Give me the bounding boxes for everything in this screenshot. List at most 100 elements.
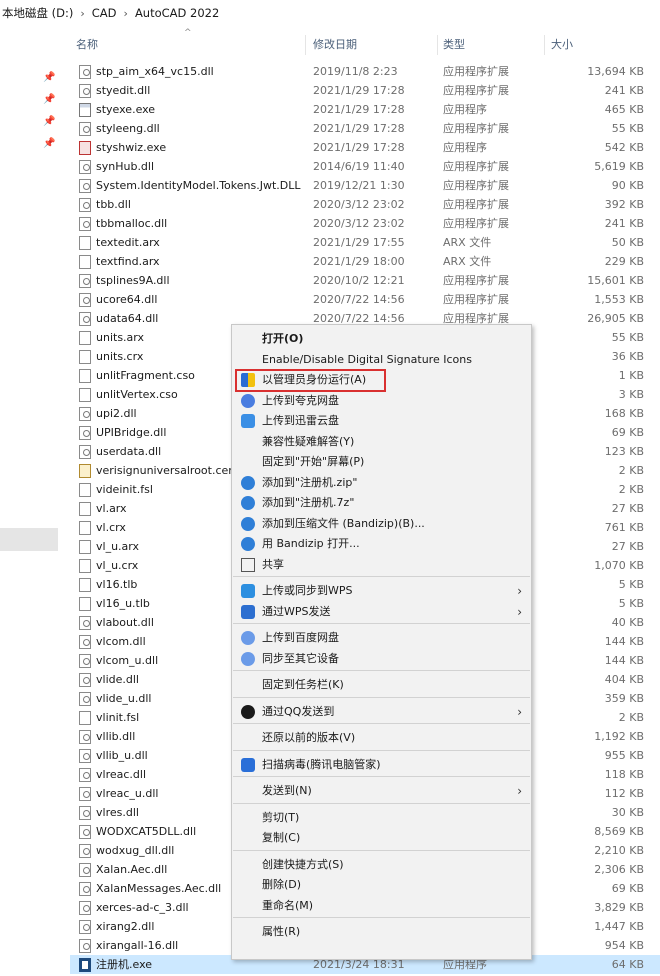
file-row[interactable]: textfind.arx 2021/1/29 18:00 ARX 文件 229 KB [70, 252, 660, 271]
pin-icon[interactable]: 📌 [43, 138, 55, 150]
file-type: 应用程序 [443, 141, 487, 154]
keygen-app-icon [79, 958, 91, 972]
menu-item[interactable]: 复制(C) [232, 827, 531, 849]
file-size: 3 KB [618, 388, 644, 401]
file-size: 1,192 KB [594, 730, 644, 743]
menu-item[interactable]: 添加到压缩文件 (Bandizip)(B)... [232, 513, 531, 535]
menu-item[interactable]: 同步至其它设备 [232, 648, 531, 670]
menu-item[interactable]: 共享 [232, 554, 531, 576]
file-row[interactable]: textedit.arx 2021/1/29 17:55 ARX 文件 50 KB [70, 233, 660, 252]
file-name: wodxug_dll.dll [96, 844, 175, 857]
menu-item[interactable]: 属性(R) [232, 921, 531, 943]
menu-item[interactable]: 上传到迅雷云盘 [232, 410, 531, 432]
menu-separator [233, 623, 530, 624]
file-size: 144 KB [604, 635, 644, 648]
menu-item[interactable]: 删除(D) [232, 874, 531, 896]
nav-pins: 📌 📌 📌 📌 [43, 72, 57, 160]
menu-item[interactable]: 重命名(M) [232, 895, 531, 917]
pin-icon[interactable]: 📌 [43, 72, 55, 84]
file-row[interactable]: stp_aim_x64_vc15.dll 2019/11/8 2:23 应用程序扩展… [70, 62, 660, 81]
file-row[interactable]: synHub.dll 2014/6/19 11:40 应用程序扩展 5,619 KB [70, 157, 660, 176]
chevron-right-icon: › [517, 784, 522, 798]
file-name: styexe.exe [96, 103, 156, 116]
column-divider[interactable] [305, 35, 306, 55]
chevron-right-icon: › [123, 6, 128, 20]
menu-item[interactable]: 上传或同步到WPS › [232, 580, 531, 602]
file-size: 2,306 KB [594, 863, 644, 876]
file-row[interactable]: tbbmalloc.dll 2020/3/12 23:02 应用程序扩展 241 KB [70, 214, 660, 233]
menu-item[interactable]: Enable/Disable Digital Signature Icons [232, 349, 531, 371]
menu-item[interactable]: 发送到(N) › [232, 780, 531, 802]
file-date: 2021/1/29 17:28 [313, 141, 405, 154]
menu-item[interactable]: 剪切(T) [232, 807, 531, 829]
file-size: 5,619 KB [594, 160, 644, 173]
file-row[interactable]: styexe.exe 2021/1/29 17:28 应用程序 465 KB [70, 100, 660, 119]
file-name: vl16_u.tlb [96, 597, 150, 610]
menu-item[interactable]: 上传到夸克网盘 [232, 390, 531, 412]
file-date: 2014/6/19 11:40 [313, 160, 405, 173]
menu-item-label: 还原以前的版本(V) [262, 731, 356, 744]
menu-item[interactable]: 通过QQ发送到 › [232, 701, 531, 723]
file-row[interactable]: System.IdentityModel.Tokens.Jwt.DLL 2019/… [70, 176, 660, 195]
menu-item-label: 共享 [262, 557, 284, 571]
menu-item[interactable]: 上传到百度网盘 [232, 627, 531, 649]
column-header-name[interactable]: 名称 [76, 33, 98, 57]
pin-icon[interactable]: 📌 [43, 116, 55, 128]
menu-item[interactable]: 固定到任务栏(K) [232, 674, 531, 696]
menu-item-label: 发送到(N) [262, 784, 312, 797]
file-row[interactable]: styedit.dll 2021/1/29 17:28 应用程序扩展 241 KB [70, 81, 660, 100]
menu-item[interactable]: 以管理员身份运行(A) [232, 369, 531, 391]
menu-item-label: 重命名(M) [262, 898, 314, 912]
menu-separator [233, 776, 530, 777]
breadcrumb: 本地磁盘 (D:) › CAD › AutoCAD 2022 [0, 0, 660, 26]
file-icon [79, 255, 91, 269]
pin-icon[interactable]: 📌 [43, 94, 55, 106]
file-type: 应用程序扩展 [443, 293, 509, 306]
file-row[interactable]: ucore64.dll 2020/7/22 14:56 应用程序扩展 1,553 KB [70, 290, 660, 309]
breadcrumb-autocad[interactable]: AutoCAD 2022 [135, 6, 219, 20]
file-size: 241 KB [604, 84, 644, 97]
file-name: verisignuniversalroot.cer [96, 464, 233, 477]
file-name: unlitFragment.cso [96, 369, 195, 382]
column-header-size[interactable]: 大小 [551, 33, 573, 57]
file-row[interactable]: styshwiz.exe 2021/1/29 17:28 应用程序 542 KB [70, 138, 660, 157]
wps-send-icon [241, 604, 255, 619]
dll-file-icon [79, 122, 91, 136]
file-row[interactable]: tsplines9A.dll 2020/10/2 12:21 应用程序扩展 15,60… [70, 271, 660, 290]
dll-file-icon [79, 293, 91, 307]
cloud-blue-icon [241, 393, 255, 408]
column-divider[interactable] [437, 35, 438, 55]
menu-item[interactable]: 通过WPS发送 › [232, 601, 531, 623]
file-row[interactable]: styleeng.dll 2021/1/29 17:28 应用程序扩展 55 KB [70, 119, 660, 138]
menu-separator [233, 696, 530, 698]
dll-file-icon [79, 198, 91, 212]
breadcrumb-cad[interactable]: CAD [92, 6, 117, 20]
file-size: 64 KB [611, 958, 644, 971]
menu-item[interactable]: 添加到"注册机.7z" [232, 492, 531, 514]
menu-item-label: 复制(C) [262, 831, 301, 844]
menu-item[interactable]: 兼容性疑难解答(Y) [232, 431, 531, 453]
file-size: 123 KB [604, 445, 644, 458]
column-header-type[interactable]: 类型 [443, 33, 465, 57]
column-divider[interactable] [544, 35, 545, 55]
menu-item[interactable]: 创建快捷方式(S) [232, 854, 531, 876]
column-header-date[interactable]: 修改日期 [313, 33, 357, 57]
menu-item-label: 上传到夸克网盘 [262, 393, 339, 407]
file-size: 359 KB [604, 692, 644, 705]
file-size: 5 KB [618, 578, 644, 591]
file-type: 应用程序扩展 [443, 179, 509, 192]
menu-item[interactable]: 添加到"注册机.zip" [232, 472, 531, 494]
menu-item[interactable]: 用 Bandizip 打开... [232, 533, 531, 555]
file-name: textedit.arx [96, 236, 160, 249]
menu-item[interactable]: 打开(O) [232, 328, 531, 350]
nav-selected-item[interactable] [0, 528, 58, 551]
file-date: 2019/12/21 1:30 [313, 179, 405, 192]
menu-item[interactable]: 固定到"开始"屏幕(P) [232, 451, 531, 473]
menu-item[interactable]: 还原以前的版本(V) [232, 727, 531, 749]
breadcrumb-drive[interactable]: 本地磁盘 (D:) [2, 5, 73, 21]
file-type: 应用程序扩展 [443, 122, 509, 135]
file-size: 761 KB [604, 521, 644, 534]
context-menu: 打开(O) Enable/Disable Digital Signature Ic… [231, 324, 532, 960]
menu-item[interactable]: 扫描病毒(腾讯电脑管家) [232, 754, 531, 776]
file-row[interactable]: tbb.dll 2020/3/12 23:02 应用程序扩展 392 KB [70, 195, 660, 214]
